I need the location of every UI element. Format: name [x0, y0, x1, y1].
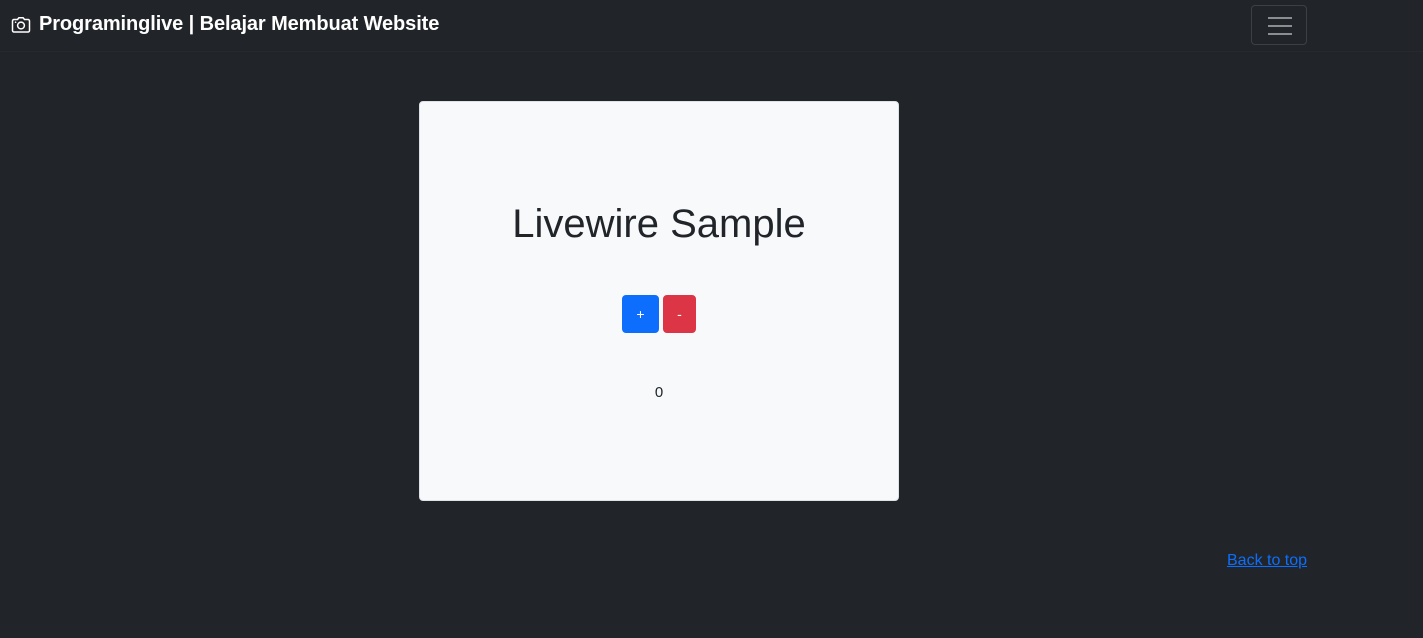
- hamburger-menu-icon: [1268, 17, 1292, 35]
- camera-icon: [11, 15, 31, 35]
- counter-value: 0: [654, 384, 664, 401]
- livewire-card: Livewire Sample + - 0: [419, 101, 899, 501]
- decrement-button[interactable]: -: [663, 295, 696, 333]
- navbar-toggler-button[interactable]: [1251, 5, 1307, 45]
- brand-title: Programinglive | Belajar Membuat Website: [39, 13, 440, 35]
- brand-link[interactable]: Programinglive | Belajar Membuat Website: [11, 13, 439, 36]
- back-to-top-link[interactable]: Back to top: [1227, 552, 1307, 570]
- navbar: Programinglive | Belajar Membuat Website: [0, 0, 1423, 52]
- card-title: Livewire Sample: [512, 202, 806, 246]
- increment-button[interactable]: +: [622, 295, 659, 333]
